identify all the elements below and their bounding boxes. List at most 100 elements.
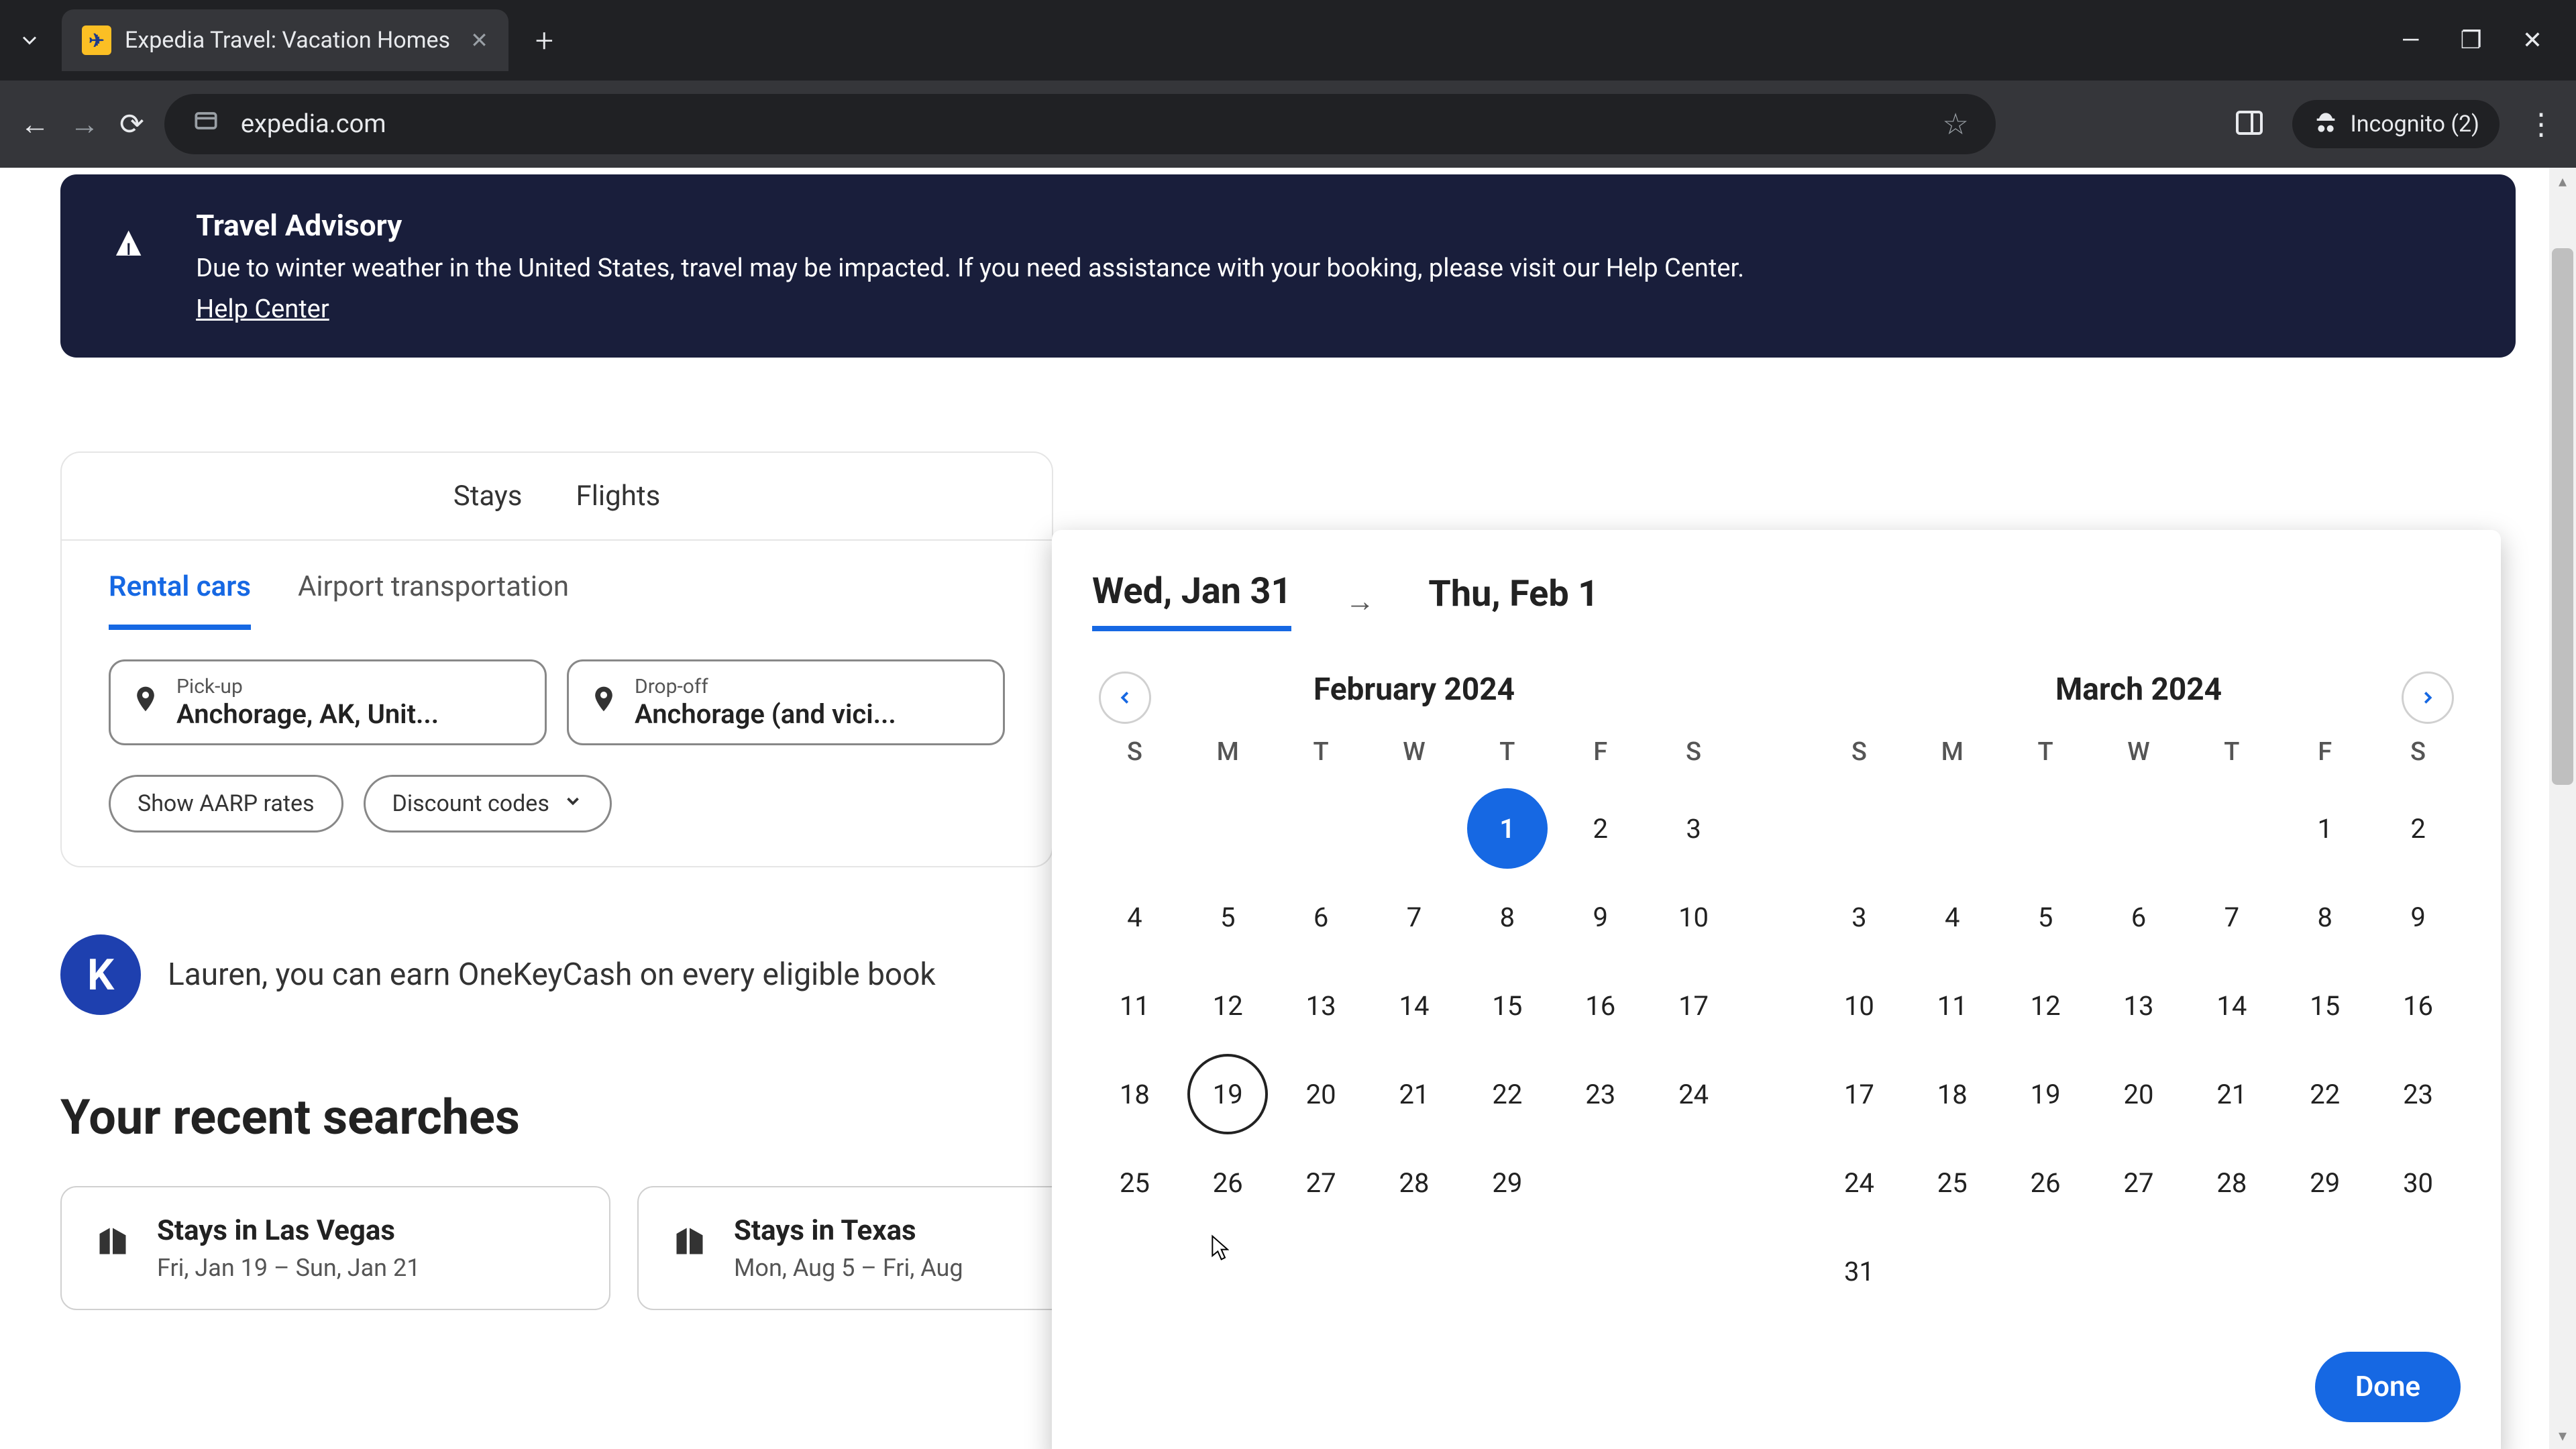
calendar-day[interactable]: 15 <box>2285 965 2365 1046</box>
calendar-day[interactable]: 24 <box>1819 1142 1899 1223</box>
calendar-day[interactable]: 29 <box>2285 1142 2365 1223</box>
calendar-day[interactable]: 5 <box>1187 877 1268 957</box>
tab-flights[interactable]: Flights <box>576 480 660 513</box>
calendar-day[interactable]: 4 <box>1094 877 1175 957</box>
site-info-icon[interactable] <box>191 106 221 142</box>
calendar-day[interactable]: 10 <box>1654 877 1734 957</box>
calendar-day[interactable]: 28 <box>1374 1142 1454 1223</box>
calendar-day[interactable]: 23 <box>1560 1054 1641 1134</box>
calendar-day[interactable]: 22 <box>2285 1054 2365 1134</box>
dropoff-field[interactable]: Drop-off Anchorage (and vici... <box>567 659 1005 745</box>
side-panel-icon[interactable] <box>2233 107 2265 142</box>
advisory-title: Travel Advisory <box>196 208 1744 243</box>
kebab-menu-icon[interactable]: ⋮ <box>2526 107 2556 142</box>
browser-tab[interactable]: ✈ Expedia Travel: Vacation Homes ✕ <box>62 9 508 71</box>
maximize-icon[interactable]: ❐ <box>2461 26 2482 54</box>
calendar-day[interactable]: 17 <box>1819 1054 1899 1134</box>
calendar-day[interactable]: 29 <box>1467 1142 1548 1223</box>
calendar-day[interactable]: 1 <box>2285 788 2365 869</box>
calendar-day[interactable]: 15 <box>1467 965 1548 1046</box>
calendar-day[interactable]: 3 <box>1819 877 1899 957</box>
end-date-tab[interactable]: Thu, Feb 1 <box>1428 573 1599 629</box>
done-button[interactable]: Done <box>2315 1352 2461 1422</box>
close-icon[interactable]: ✕ <box>470 28 488 53</box>
reload-button[interactable]: ⟳ <box>119 107 144 142</box>
car-sub-tabs: Rental cars Airport transportation <box>62 541 1052 630</box>
page-content: ▲! Travel Advisory Due to winter weather… <box>0 168 2576 1449</box>
calendar-day[interactable]: 28 <box>2192 1142 2272 1223</box>
tab-search-dropdown[interactable] <box>11 21 48 59</box>
calendar-day[interactable]: 18 <box>1912 1054 1992 1134</box>
day-of-week-header: F <box>2282 737 2367 780</box>
calendar-day[interactable]: 9 <box>1560 877 1641 957</box>
recent-card[interactable]: Stays in Las Vegas Fri, Jan 19 – Sun, Ja… <box>60 1186 610 1310</box>
calendar-day[interactable]: 8 <box>2285 877 2365 957</box>
calendar-day[interactable]: 2 <box>2378 788 2459 869</box>
calendar-day[interactable]: 24 <box>1654 1054 1734 1134</box>
calendar-day[interactable]: 11 <box>1912 965 1992 1046</box>
calendar-day[interactable]: 3 <box>1654 788 1734 869</box>
new-tab-button[interactable]: + <box>535 21 553 60</box>
calendar-day[interactable]: 2 <box>1560 788 1641 869</box>
calendar-day[interactable]: 18 <box>1094 1054 1175 1134</box>
calendar-day[interactable]: 27 <box>1281 1142 1361 1223</box>
minimize-icon[interactable]: — <box>2401 26 2420 54</box>
calendar-day[interactable]: 21 <box>2192 1054 2272 1134</box>
calendar-day[interactable]: 12 <box>1187 965 1268 1046</box>
calendar-day[interactable]: 27 <box>2098 1142 2179 1223</box>
subtab-rental-cars[interactable]: Rental cars <box>109 570 251 630</box>
calendar-day[interactable]: 7 <box>1374 877 1454 957</box>
calendar-day[interactable]: 22 <box>1467 1054 1548 1134</box>
calendar-day[interactable]: 6 <box>1281 877 1361 957</box>
calendar-day[interactable]: 6 <box>2098 877 2179 957</box>
calendar-day[interactable]: 21 <box>1374 1054 1454 1134</box>
scrollbar-track[interactable]: ▴ ▾ <box>2549 168 2576 1449</box>
calendar-day[interactable]: 10 <box>1819 965 1899 1046</box>
scroll-down-arrow-icon[interactable]: ▾ <box>2549 1422 2576 1449</box>
calendar-day[interactable]: 7 <box>2192 877 2272 957</box>
calendar-day[interactable]: 23 <box>2378 1054 2459 1134</box>
calendar-day[interactable]: 16 <box>2378 965 2459 1046</box>
back-button[interactable]: ← <box>20 107 50 142</box>
calendar-day[interactable]: 8 <box>1467 877 1548 957</box>
calendar-day[interactable]: 30 <box>2378 1142 2459 1223</box>
calendar-day[interactable]: 14 <box>2192 965 2272 1046</box>
scroll-up-arrow-icon[interactable]: ▴ <box>2549 168 2576 195</box>
calendar-day[interactable]: 11 <box>1094 965 1175 1046</box>
discount-codes-dropdown[interactable]: Discount codes <box>364 775 612 833</box>
calendar-day[interactable]: 26 <box>2005 1142 2086 1223</box>
incognito-badge[interactable]: Incognito (2) <box>2292 100 2500 148</box>
calendar-day[interactable]: 16 <box>1560 965 1641 1046</box>
omnibox[interactable]: expedia.com ☆ <box>164 94 1996 154</box>
help-center-link[interactable]: Help Center <box>196 294 329 324</box>
calendar-day[interactable]: 20 <box>1281 1054 1361 1134</box>
start-date-tab[interactable]: Wed, Jan 31 <box>1092 570 1291 631</box>
calendar-day[interactable]: 13 <box>2098 965 2179 1046</box>
calendar-day[interactable]: 25 <box>1912 1142 1992 1223</box>
next-month-button[interactable] <box>2402 672 2454 724</box>
calendar-day[interactable]: 4 <box>1912 877 1992 957</box>
calendar-day[interactable]: 14 <box>1374 965 1454 1046</box>
calendar-day[interactable]: 17 <box>1654 965 1734 1046</box>
calendar-day[interactable]: 13 <box>1281 965 1361 1046</box>
calendar-day[interactable]: 5 <box>2005 877 2086 957</box>
scrollbar-thumb[interactable] <box>2552 248 2573 785</box>
bookmark-star-icon[interactable]: ☆ <box>1942 107 1968 142</box>
forward-button[interactable]: → <box>70 107 99 142</box>
calendar-day[interactable]: 26 <box>1187 1142 1268 1223</box>
calendar-day[interactable]: 12 <box>2005 965 2086 1046</box>
tab-stays[interactable]: Stays <box>453 480 523 513</box>
calendar-day[interactable]: 9 <box>2378 877 2459 957</box>
close-window-icon[interactable]: ✕ <box>2522 26 2542 54</box>
calendar-day[interactable]: 31 <box>1819 1231 1899 1311</box>
aarp-rates-button[interactable]: Show AARP rates <box>109 775 343 833</box>
day-of-week-header: T <box>2189 737 2274 780</box>
calendar-day[interactable]: 1 <box>1467 788 1548 869</box>
calendar-day[interactable]: 19 <box>2005 1054 2086 1134</box>
calendar-day[interactable]: 20 <box>2098 1054 2179 1134</box>
calendar-day[interactable]: 25 <box>1094 1142 1175 1223</box>
subtab-airport-transportation[interactable]: Airport transportation <box>298 570 569 630</box>
prev-month-button[interactable] <box>1099 672 1151 724</box>
pickup-field[interactable]: Pick-up Anchorage, AK, Unit... <box>109 659 547 745</box>
calendar-day[interactable]: 19 <box>1187 1054 1268 1134</box>
